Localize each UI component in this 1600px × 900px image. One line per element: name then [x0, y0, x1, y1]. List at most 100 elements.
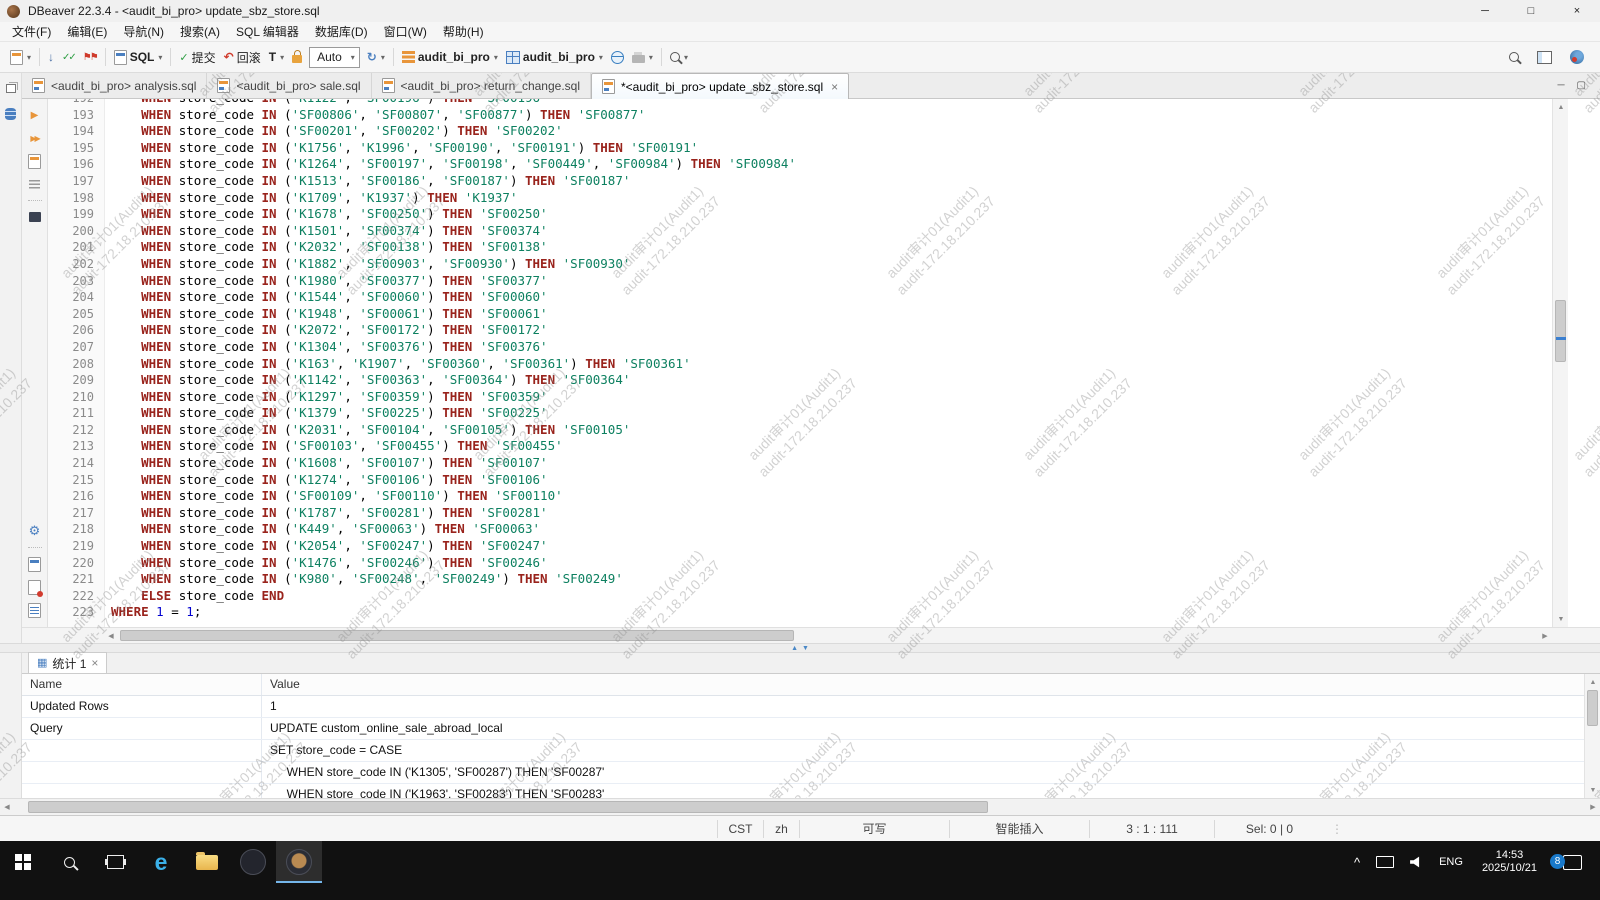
- restore-panel-button[interactable]: [2, 81, 20, 95]
- editor-tab[interactable]: *<audit_bi_pro> update_sbz_store.sql×: [591, 73, 849, 99]
- column-header-name[interactable]: Name: [22, 674, 262, 695]
- line-number: 193: [48, 107, 104, 124]
- code-line: 196 WHEN store_code IN ('K1264', 'SF0019…: [48, 156, 1552, 173]
- collapse-down-icon[interactable]: ▼: [802, 645, 809, 652]
- editor-tab[interactable]: <audit_bi_pro> return_change.sql: [372, 73, 591, 98]
- print-button[interactable]: ▾: [628, 49, 657, 66]
- sql-editor[interactable]: ▶ ▶▶ ⚙ 192 WHEN store_code IN ('K1122', …: [22, 99, 1600, 627]
- scrollbar-thumb[interactable]: [1555, 300, 1566, 362]
- overview-marker[interactable]: [1556, 337, 1566, 340]
- tab-label: <audit_bi_pro> return_change.sql: [401, 79, 580, 93]
- clock-date: 2025/10/21: [1482, 862, 1537, 875]
- transaction-log-button[interactable]: ↻▾: [363, 47, 389, 67]
- scroll-down-icon[interactable]: ▼: [1554, 612, 1568, 626]
- tab-close-icon[interactable]: ×: [91, 656, 98, 670]
- execute-new-tab-button[interactable]: [26, 154, 44, 168]
- editor-tab[interactable]: <audit_bi_pro> sale.sql: [207, 73, 371, 98]
- menu-item[interactable]: SQL 编辑器: [228, 23, 307, 40]
- checks-button[interactable]: ✓✓: [58, 49, 79, 66]
- dbeaver-taskbar-button[interactable]: [276, 841, 322, 883]
- edge-button[interactable]: e: [138, 841, 184, 883]
- minimize-view-icon[interactable]: ─: [1557, 80, 1564, 91]
- scroll-up-icon[interactable]: ▲: [1554, 100, 1568, 114]
- maximize-view-icon[interactable]: ▢: [1577, 80, 1586, 91]
- script-log-button[interactable]: [26, 603, 44, 617]
- menu-item[interactable]: 搜索(A): [172, 23, 228, 40]
- folder-icon: [196, 855, 218, 870]
- menu-item[interactable]: 帮助(H): [435, 23, 492, 40]
- scroll-left-icon[interactable]: ◀: [104, 629, 118, 643]
- explain-plan-button[interactable]: [26, 177, 44, 191]
- scroll-right-icon[interactable]: ▶: [1538, 629, 1552, 643]
- input-language[interactable]: ENG: [1430, 856, 1472, 868]
- scroll-down-icon[interactable]: ▼: [1586, 783, 1600, 797]
- menu-item[interactable]: 窗口(W): [376, 23, 435, 40]
- connection-selector[interactable]: audit_bi_pro▾: [398, 47, 502, 67]
- scrollbar-thumb[interactable]: [1587, 690, 1598, 726]
- lock-button[interactable]: [288, 48, 306, 66]
- network-button[interactable]: [607, 48, 628, 67]
- scroll-left-icon[interactable]: ◀: [0, 800, 14, 814]
- sql-mode-button[interactable]: SQL▾: [110, 47, 167, 68]
- results-tab-statistics[interactable]: ▦ 统计 1 ×: [28, 652, 107, 673]
- scroll-right-icon[interactable]: ▶: [1586, 800, 1600, 814]
- tray-chevron-icon[interactable]: ^: [1346, 855, 1368, 870]
- notification-center-icon[interactable]: 8: [1563, 855, 1582, 870]
- rollback-button[interactable]: ↶回滚: [220, 46, 265, 69]
- new-sql-editor-button[interactable]: ▾: [6, 47, 35, 68]
- table-row[interactable]: Updated Rows1: [22, 696, 1584, 718]
- toolbar-search-button[interactable]: ▾: [666, 49, 692, 65]
- editor-horizontal-scrollbar[interactable]: ◀ ▶: [104, 627, 1552, 643]
- tab-close-icon[interactable]: ×: [831, 80, 838, 94]
- taskbar-clock[interactable]: 14:53 2025/10/21: [1472, 849, 1547, 875]
- code-text: WHEN store_code IN ('K1678', 'SF00250') …: [104, 206, 548, 223]
- bottom-horizontal-scrollbar[interactable]: ◀ ▶: [0, 798, 1600, 815]
- touch-keyboard-icon[interactable]: [1376, 856, 1394, 868]
- table-row[interactable]: WHEN store_code IN ('K1963', 'SF00283') …: [22, 784, 1584, 798]
- menu-item[interactable]: 编辑(E): [59, 23, 115, 40]
- collapse-up-icon[interactable]: ▲: [791, 645, 798, 652]
- export-script-button[interactable]: [26, 557, 44, 571]
- quick-search-button[interactable]: [1505, 49, 1523, 65]
- results-vertical-scrollbar[interactable]: ▲ ▼: [1584, 674, 1600, 798]
- maximize-button[interactable]: □: [1508, 0, 1554, 22]
- commit-button[interactable]: ✓提交: [175, 46, 219, 69]
- speaker-icon[interactable]: [1410, 856, 1422, 868]
- execute-statement-button[interactable]: ▶: [26, 108, 44, 122]
- editor-settings-button[interactable]: ⚙: [26, 524, 44, 538]
- open-console-button[interactable]: [26, 210, 44, 224]
- dbeaver-home-button[interactable]: [1566, 47, 1588, 67]
- fetch-next-button[interactable]: ↓: [44, 47, 58, 67]
- editor-tab[interactable]: <audit_bi_pro> analysis.sql: [22, 73, 207, 98]
- panel-splitter[interactable]: ▲ ▼: [0, 643, 1600, 653]
- code-text: WHEN store_code IN ('K1882', 'SF00903', …: [104, 256, 630, 273]
- close-button[interactable]: ×: [1554, 0, 1600, 22]
- pinned-app-button[interactable]: [230, 841, 276, 883]
- flags-button[interactable]: ⚑⚑: [79, 49, 101, 66]
- execute-script-button[interactable]: ▶▶: [26, 131, 44, 145]
- scroll-up-icon[interactable]: ▲: [1586, 675, 1600, 689]
- scrollbar-thumb[interactable]: [28, 801, 988, 813]
- menu-item[interactable]: 导航(N): [115, 23, 172, 40]
- task-view-button[interactable]: [92, 841, 138, 883]
- table-row[interactable]: WHEN store_code IN ('K1305', 'SF00287') …: [22, 762, 1584, 784]
- scrollbar-thumb[interactable]: [120, 630, 794, 641]
- minimize-button[interactable]: ─: [1462, 0, 1508, 22]
- database-navigator-button[interactable]: [2, 107, 20, 121]
- menu-item[interactable]: 数据库(D): [307, 23, 376, 40]
- table-row[interactable]: QueryUPDATE custom_online_sale_abroad_lo…: [22, 718, 1584, 740]
- taskbar-search-button[interactable]: [46, 841, 92, 883]
- perspective-button[interactable]: [1533, 48, 1556, 67]
- file-explorer-button[interactable]: [184, 841, 230, 883]
- start-button[interactable]: [0, 841, 46, 883]
- transaction-mode-button[interactable]: T▾: [265, 47, 288, 67]
- menu-item[interactable]: 文件(F): [4, 23, 59, 40]
- column-header-value[interactable]: Value: [262, 674, 1584, 695]
- auto-commit-combo[interactable]: Auto▾: [309, 47, 360, 68]
- save-script-button[interactable]: [26, 580, 44, 594]
- editor-vertical-scrollbar[interactable]: ▲ ▼: [1552, 99, 1568, 627]
- database-selector[interactable]: audit_bi_pro▾: [502, 47, 607, 67]
- chevron-down-icon: ▾: [494, 53, 498, 62]
- cell-name: [22, 762, 262, 783]
- table-row[interactable]: SET store_code = CASE: [22, 740, 1584, 762]
